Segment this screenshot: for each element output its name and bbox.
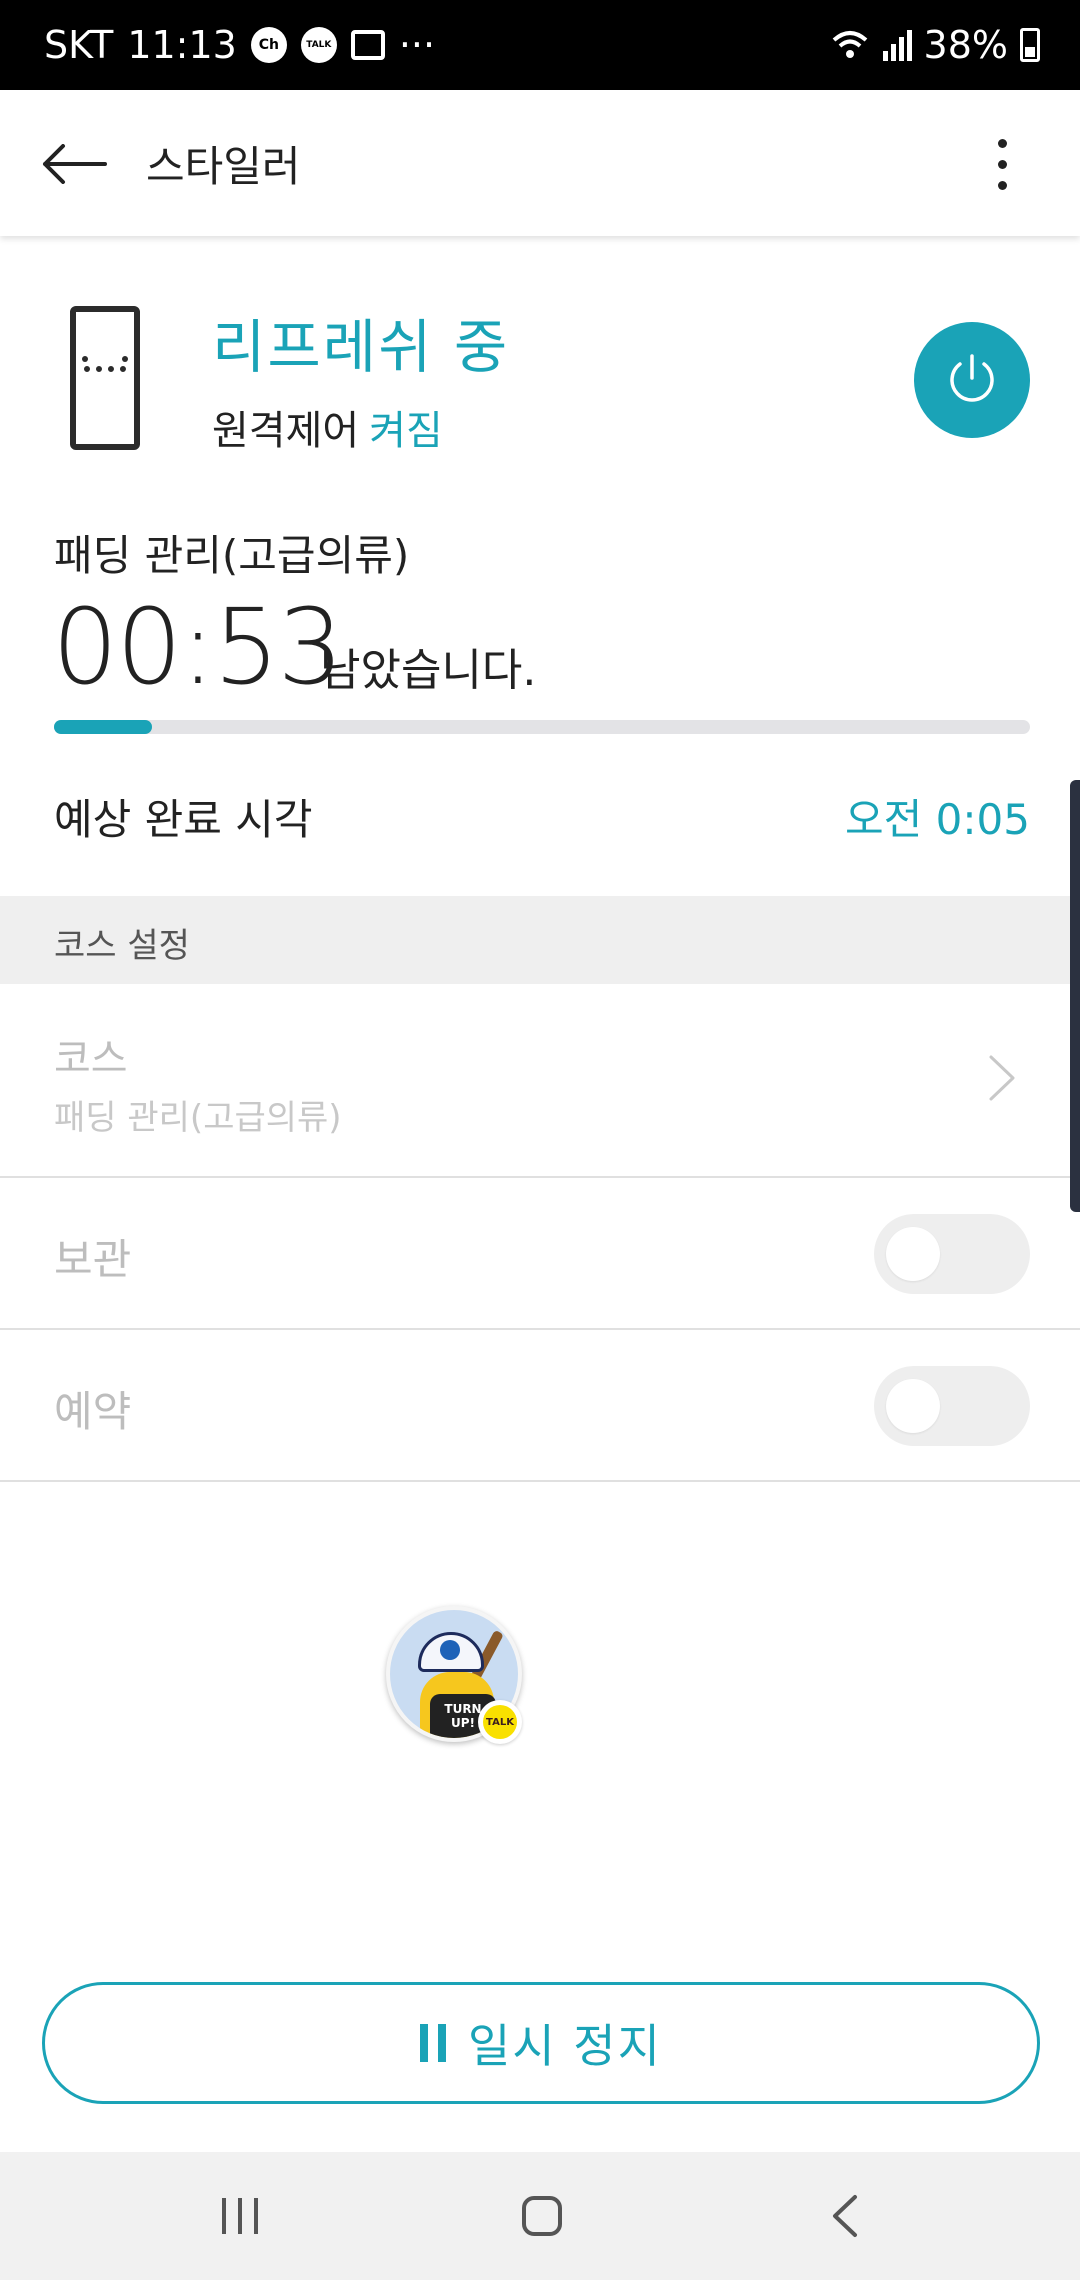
- app-bar: 스타일러: [0, 90, 1080, 236]
- image-notification-icon: [350, 30, 385, 60]
- system-navigation-bar: [0, 2152, 1080, 2280]
- shirt-text-line-2: UP!: [450, 1716, 475, 1730]
- chevron-right-icon: [974, 1050, 1030, 1106]
- more-vertical-icon: [997, 138, 1007, 148]
- section-header-course-settings: 코스 설정: [0, 896, 1080, 984]
- talk-notification-icon: TALK: [300, 27, 337, 63]
- kakaotalk-badge-icon: TALK: [478, 1700, 522, 1744]
- back-button[interactable]: [36, 126, 112, 202]
- course-row[interactable]: 코스 패딩 관리(고급의류): [0, 984, 1080, 1178]
- status-bar: SKT 11:13 Ch TALK ··· 38%: [0, 0, 1080, 90]
- reserve-label: 예약: [54, 1387, 132, 1436]
- device-state: 리프레쉬 중: [212, 313, 510, 381]
- section-header-label: 코스 설정: [54, 926, 190, 966]
- page-title: 스타일러: [146, 141, 301, 191]
- keep-toggle[interactable]: [874, 1214, 1030, 1294]
- eta-label: 예상 완료 시각: [54, 795, 313, 844]
- power-button[interactable]: [914, 322, 1030, 438]
- status-bar-right: 38%: [830, 0, 1040, 90]
- toggle-knob: [886, 1227, 940, 1281]
- arrow-left-icon: [43, 144, 107, 184]
- course-row-value: 패딩 관리(고급의류): [54, 1098, 342, 1138]
- more-notifications-icon: ···: [398, 23, 436, 67]
- recent-apps-icon: [222, 2198, 258, 2234]
- toggle-knob: [886, 1379, 940, 1433]
- more-options-button[interactable]: [964, 126, 1040, 202]
- reserve-row: 예약: [0, 1330, 1080, 1482]
- clock: 11:13: [127, 23, 237, 67]
- chevron-left-icon: [833, 2195, 857, 2237]
- progress-bar: [54, 720, 1030, 734]
- progress-bar-fill: [54, 720, 152, 734]
- battery-icon: [1020, 28, 1040, 62]
- talk-badge-label: TALK: [483, 1705, 517, 1739]
- system-back-button[interactable]: [804, 2176, 884, 2256]
- wifi-icon: [832, 31, 867, 58]
- current-course-name: 패딩 관리(고급의류): [54, 531, 410, 580]
- reserve-toggle[interactable]: [874, 1366, 1030, 1446]
- home-button[interactable]: [502, 2176, 582, 2256]
- signal-icon: [882, 30, 912, 61]
- remote-control-label: 원격제어: [212, 408, 360, 454]
- pause-icon: [420, 2024, 447, 2062]
- remaining-time-suffix: 남았습니다.: [320, 645, 537, 696]
- recent-apps-button[interactable]: [200, 2176, 280, 2256]
- remote-control-value: 켜짐: [369, 408, 443, 454]
- battery-percent: 38%: [923, 23, 1008, 67]
- status-bar-left: SKT 11:13 Ch TALK ···: [44, 0, 435, 90]
- pause-button[interactable]: 일시 정지: [42, 1982, 1040, 2104]
- pause-button-label: 일시 정지: [468, 2019, 662, 2073]
- remote-control-status: 원격제어 켜짐: [212, 398, 443, 456]
- carrier-label: SKT: [44, 23, 114, 67]
- course-row-label: 코스: [54, 1036, 128, 1082]
- edge-panel-handle[interactable]: [1070, 780, 1080, 1212]
- cap-logo-icon: [440, 1640, 460, 1660]
- styler-device-icon: [70, 306, 140, 450]
- remaining-time: 00:53: [52, 586, 344, 708]
- keep-label: 보관: [54, 1235, 132, 1284]
- keep-row: 보관: [0, 1178, 1080, 1330]
- channel-notification-icon: Ch: [250, 27, 287, 63]
- home-icon: [522, 2196, 562, 2236]
- power-icon: [950, 354, 994, 402]
- eta-value: 오전 0:05: [845, 795, 1030, 844]
- shirt-text-line-1: TURN: [444, 1702, 482, 1716]
